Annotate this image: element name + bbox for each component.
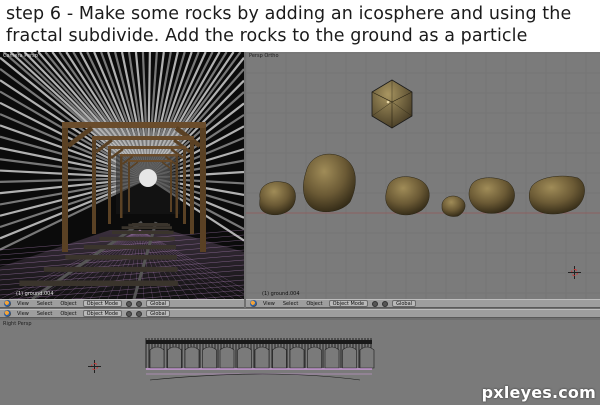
editor-type-icon[interactable] — [4, 310, 11, 317]
select-menu[interactable]: Select — [281, 301, 300, 307]
tunnel-exit-light — [139, 169, 157, 187]
pivot-icon[interactable] — [382, 300, 389, 307]
mode-selector[interactable]: Object Mode — [328, 300, 369, 307]
object-menu[interactable]: Object — [58, 301, 78, 307]
watermark-logo: pxleyes.com — [481, 383, 596, 402]
blender-window: Camera Persp (1) ground.004 Persp Ortho … — [0, 52, 600, 405]
view-menu[interactable]: View — [15, 301, 31, 307]
select-menu[interactable]: Select — [35, 301, 54, 307]
active-object-label: (1) ground.004 — [16, 291, 54, 297]
3d-cursor[interactable] — [88, 360, 101, 373]
3d-cursor[interactable] — [568, 266, 581, 279]
side-viewport[interactable]: Right Persp pxleyes.com — [0, 320, 600, 405]
draw-type-icon[interactable] — [372, 300, 379, 307]
rock-3 — [385, 176, 430, 216]
rock-scene — [246, 52, 600, 299]
caption-line-1: step 6 - Make some rocks by adding an ic… — [6, 4, 572, 24]
object-menu[interactable]: Object — [58, 311, 78, 317]
tunnel-render — [0, 52, 244, 299]
draw-type-icon[interactable] — [126, 300, 133, 307]
viewport-header-bottom: View Select Object Object Mode Global — [0, 309, 600, 318]
active-object-label: (1) ground.004 — [262, 291, 300, 297]
pivot-icon[interactable] — [136, 310, 143, 317]
orientation-selector[interactable]: Global — [392, 300, 417, 307]
rock-viewport[interactable]: Persp Ortho (1) ground.004 — [246, 52, 600, 299]
editor-type-icon[interactable] — [4, 300, 11, 307]
mode-selector[interactable]: Object Mode — [82, 310, 123, 317]
object-menu[interactable]: Object — [304, 301, 324, 307]
step-caption: step 6 - Make some rocks by adding an ic… — [0, 0, 600, 68]
mode-selector[interactable]: Object Mode — [82, 300, 123, 307]
view-menu[interactable]: View — [15, 311, 31, 317]
viewport-header-right: View Select Object Object Mode Global — [246, 299, 600, 308]
viewport-header-left: View Select Object Object Mode Global — [0, 299, 244, 308]
rock-4 — [441, 195, 466, 217]
rock-1 — [259, 181, 296, 215]
editor-type-icon[interactable] — [250, 300, 257, 307]
orientation-selector[interactable]: Global — [146, 310, 171, 317]
viewport-title: Camera Persp — [3, 53, 38, 59]
rock-2 — [303, 153, 356, 213]
camera-viewport[interactable]: Camera Persp (1) ground.004 — [0, 52, 244, 299]
orientation-selector[interactable]: Global — [146, 300, 171, 307]
rock-5 — [468, 177, 515, 214]
select-menu[interactable]: Select — [35, 311, 54, 317]
viewport-title: Right Persp — [3, 321, 32, 327]
view-menu[interactable]: View — [261, 301, 277, 307]
viewport-title: Persp Ortho — [249, 53, 279, 59]
draw-type-icon[interactable] — [126, 310, 133, 317]
pivot-icon[interactable] — [136, 300, 143, 307]
